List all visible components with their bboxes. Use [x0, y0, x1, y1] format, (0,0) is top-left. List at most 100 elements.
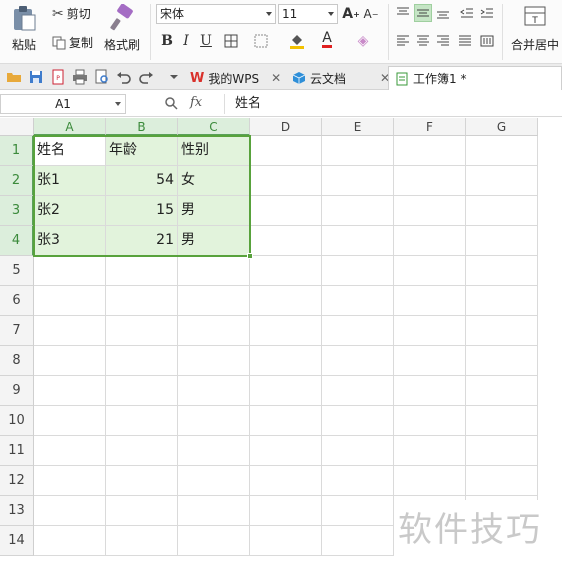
- cell-f7[interactable]: [394, 316, 466, 346]
- increase-font-button[interactable]: A +: [342, 5, 360, 23]
- decrease-font-button[interactable]: A −: [362, 5, 380, 23]
- tab-my-wps[interactable]: W 我的WPS ✕: [190, 66, 281, 90]
- redo-icon[interactable]: [138, 69, 154, 85]
- cell-b4[interactable]: 21: [106, 226, 178, 256]
- fill-handle[interactable]: [247, 253, 253, 259]
- cell-g12[interactable]: [466, 466, 538, 496]
- underline-button[interactable]: U: [197, 32, 215, 50]
- cell-e8[interactable]: [322, 346, 394, 376]
- font-color-button[interactable]: A: [318, 30, 336, 48]
- cell-d7[interactable]: [250, 316, 322, 346]
- align-center-button[interactable]: [414, 32, 432, 50]
- bold-button[interactable]: B: [158, 32, 176, 50]
- cell-g10[interactable]: [466, 406, 538, 436]
- cell-d9[interactable]: [250, 376, 322, 406]
- cell-a6[interactable]: [34, 286, 106, 316]
- cell-c12[interactable]: [178, 466, 250, 496]
- cell-d12[interactable]: [250, 466, 322, 496]
- row-header-10[interactable]: 10: [0, 406, 34, 436]
- cell-f2[interactable]: [394, 166, 466, 196]
- name-box[interactable]: A1: [0, 94, 126, 114]
- cell-a13[interactable]: [34, 496, 106, 526]
- cell-e2[interactable]: [322, 166, 394, 196]
- cell-e11[interactable]: [322, 436, 394, 466]
- undo-icon[interactable]: [116, 69, 132, 85]
- cell-g3[interactable]: [466, 196, 538, 226]
- print-preview-icon[interactable]: [94, 69, 110, 85]
- cell-d13[interactable]: [250, 496, 322, 526]
- row-header-2[interactable]: 2: [0, 166, 34, 196]
- format-painter-button[interactable]: 格式刷: [102, 4, 142, 52]
- cell-c8[interactable]: [178, 346, 250, 376]
- cut-button[interactable]: ✂ 剪切: [52, 5, 91, 22]
- close-icon[interactable]: ✕: [271, 71, 281, 85]
- cell-f4[interactable]: [394, 226, 466, 256]
- cell-a8[interactable]: [34, 346, 106, 376]
- cell-f5[interactable]: [394, 256, 466, 286]
- row-header-1[interactable]: 1: [0, 136, 34, 166]
- cell-g1[interactable]: [466, 136, 538, 166]
- row-header-6[interactable]: 6: [0, 286, 34, 316]
- formula-input[interactable]: 姓名: [224, 94, 562, 114]
- row-header-14[interactable]: 14: [0, 526, 34, 556]
- cell-e3[interactable]: [322, 196, 394, 226]
- align-bottom-button[interactable]: [434, 4, 452, 22]
- cell-a12[interactable]: [34, 466, 106, 496]
- paste-button[interactable]: 粘贴: [6, 4, 42, 52]
- decrease-indent-button[interactable]: [458, 4, 476, 22]
- cell-e4[interactable]: [322, 226, 394, 256]
- save-icon[interactable]: [28, 69, 44, 85]
- cell-b1[interactable]: 年龄: [106, 136, 178, 166]
- cell-e5[interactable]: [322, 256, 394, 286]
- cell-b11[interactable]: [106, 436, 178, 466]
- cell-d11[interactable]: [250, 436, 322, 466]
- cell-g5[interactable]: [466, 256, 538, 286]
- row-header-11[interactable]: 11: [0, 436, 34, 466]
- clear-format-button[interactable]: ◈: [354, 32, 372, 50]
- cell-a10[interactable]: [34, 406, 106, 436]
- cell-e7[interactable]: [322, 316, 394, 346]
- cell-e13[interactable]: [322, 496, 394, 526]
- cell-c5[interactable]: [178, 256, 250, 286]
- cell-c1[interactable]: 性别: [178, 136, 250, 166]
- cell-f6[interactable]: [394, 286, 466, 316]
- cell-a11[interactable]: [34, 436, 106, 466]
- cell-g11[interactable]: [466, 436, 538, 466]
- cell-f11[interactable]: [394, 436, 466, 466]
- insert-function-button[interactable]: fx: [190, 95, 202, 110]
- cell-g9[interactable]: [466, 376, 538, 406]
- cell-f1[interactable]: [394, 136, 466, 166]
- cell-d14[interactable]: [250, 526, 322, 556]
- italic-button[interactable]: I: [177, 32, 195, 50]
- row-header-5[interactable]: 5: [0, 256, 34, 286]
- cell-b7[interactable]: [106, 316, 178, 346]
- row-header-3[interactable]: 3: [0, 196, 34, 226]
- align-right-button[interactable]: [434, 32, 452, 50]
- cell-c11[interactable]: [178, 436, 250, 466]
- cell-b9[interactable]: [106, 376, 178, 406]
- cell-a7[interactable]: [34, 316, 106, 346]
- cell-c9[interactable]: [178, 376, 250, 406]
- cell-d10[interactable]: [250, 406, 322, 436]
- cell-d3[interactable]: [250, 196, 322, 226]
- font-name-select[interactable]: 宋体: [156, 4, 276, 24]
- cell-b14[interactable]: [106, 526, 178, 556]
- cell-f3[interactable]: [394, 196, 466, 226]
- column-header-g[interactable]: G: [466, 118, 538, 136]
- cell-d1[interactable]: [250, 136, 322, 166]
- cell-e1[interactable]: [322, 136, 394, 166]
- row-header-9[interactable]: 9: [0, 376, 34, 406]
- cell-a14[interactable]: [34, 526, 106, 556]
- borders-button[interactable]: [222, 32, 240, 50]
- cell-d6[interactable]: [250, 286, 322, 316]
- cell-a5[interactable]: [34, 256, 106, 286]
- cell-c6[interactable]: [178, 286, 250, 316]
- row-header-8[interactable]: 8: [0, 346, 34, 376]
- cell-c13[interactable]: [178, 496, 250, 526]
- cell-b2[interactable]: 54: [106, 166, 178, 196]
- column-header-d[interactable]: D: [250, 118, 322, 136]
- export-pdf-icon[interactable]: P: [50, 69, 66, 85]
- row-header-4[interactable]: 4: [0, 226, 34, 256]
- cell-f8[interactable]: [394, 346, 466, 376]
- cell-a2[interactable]: 张1: [34, 166, 106, 196]
